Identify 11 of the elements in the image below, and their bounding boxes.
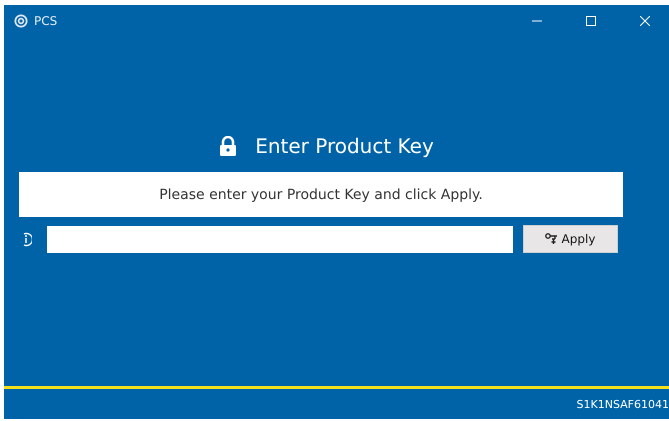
serial-number: S1K1NSAF61041 [576, 398, 669, 410]
message-banner: Please enter your Product Key and click Apply. [19, 172, 623, 217]
app-logo-icon [14, 14, 28, 28]
window-title: PCS [34, 14, 58, 28]
maximize-icon[interactable] [586, 16, 596, 26]
close-icon[interactable] [640, 16, 650, 26]
product-key-field[interactable] [46, 226, 512, 252]
heading-text: Enter Product Key [255, 134, 434, 158]
key-icon [544, 233, 558, 245]
lock-icon [219, 136, 238, 156]
apply-button[interactable]: Apply [522, 225, 618, 253]
